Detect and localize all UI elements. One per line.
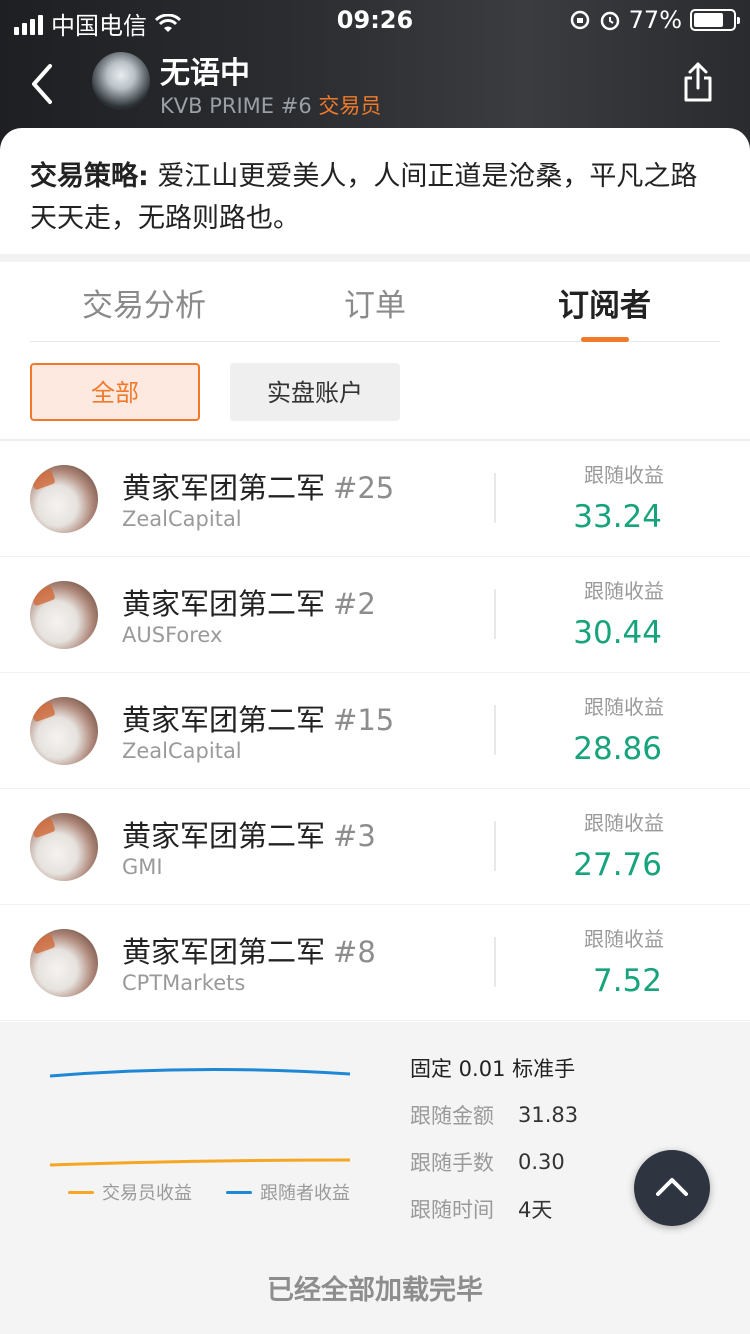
subscriber-name: 黄家军团第二军 #25 [122,465,394,507]
stat-value: 0.30 [518,1149,565,1174]
follower-profit-line [49,1067,351,1078]
stat-value: 4天 [518,1197,553,1222]
subscriber-name-text: 黄家军团第二军 [122,703,326,737]
stat-key: 跟随时间 [410,1197,494,1222]
battery-icon [690,9,740,31]
chevron-up-icon [656,1178,688,1196]
follow-profit-value: 30.44 [573,615,662,651]
subscriber-name: 黄家军团第二军 #3 [122,813,376,855]
subscriber-avatar [30,929,98,997]
follow-stats: 固定 0.01 标准手 跟随金额 31.83 跟随手数 0.30 跟随时间 4天 [410,1044,578,1232]
subscriber-avatar [30,813,98,881]
profit-mini-chart [49,1067,351,1167]
subscriber-name-text: 黄家军团第二军 [122,819,326,853]
share-icon[interactable] [680,60,716,104]
subscriber-avatar [30,697,98,765]
subscriber-name-text: 黄家军团第二军 [122,471,326,505]
tab-bar: 交易分析 订单 订阅者 [30,262,720,342]
account-label: KVB PRIME #6 [160,94,312,118]
row-divider [494,473,496,523]
legend-trader-swatch [68,1190,94,1194]
stat-value: 31.83 [518,1102,579,1127]
subscriber-broker: GMI [122,855,163,879]
legend-trader-label: 交易员收益 [102,1183,192,1204]
subscriber-number: #2 [333,587,376,621]
subscriber-number: #25 [333,471,395,505]
subscriber-name-text: 黄家军团第二军 [122,587,326,621]
trader-name: 无语中 [160,56,250,91]
legend-trader: 交易员收益 [68,1179,192,1205]
follow-profit-label: 跟随收益 [584,463,664,487]
subscriber-row[interactable]: 黄家军团第二军 #8 CPTMarkets 跟随收益 7.52 [0,905,750,1021]
subscriber-broker: CPTMarkets [122,971,246,995]
subscriber-avatar [30,581,98,649]
follow-profit-value: 33.24 [573,499,662,535]
subscriber-name-text: 黄家军团第二军 [122,935,326,969]
tab-orders[interactable]: 订单 [344,280,406,325]
subscriber-row[interactable]: 黄家军团第二军 #25 ZealCapital 跟随收益 33.24 [0,441,750,557]
rotation-lock-icon [570,10,589,30]
follow-profit-value: 28.86 [573,731,662,767]
subscriber-list: 黄家军团第二军 #25 ZealCapital 跟随收益 33.24 黄家军团第二… [0,441,750,1021]
subscriber-row[interactable]: 黄家军团第二军 #15 ZealCapital 跟随收益 28.86 [0,673,750,789]
nav-bar: 无语中 KVB PRIME #6 交易员 [0,44,750,124]
follow-profit-value: 7.52 [592,963,662,999]
fixed-lot-text: 固定 0.01 标准手 [410,1056,576,1081]
follow-profit-label: 跟随收益 [584,695,664,719]
alarm-icon [600,11,619,31]
follow-profit-label: 跟随收益 [584,579,664,603]
battery-percent: 77% [628,6,682,34]
status-right: 77% [569,6,740,34]
row-divider [494,821,496,871]
subscriber-number: #15 [333,703,395,737]
strategy-label: 交易策略: [30,161,149,192]
subscriber-broker: ZealCapital [122,507,242,531]
status-bar: 中国电信 09:26 77% [0,0,750,40]
subscriber-name: 黄家军团第二军 #15 [122,697,394,739]
follow-profit-label: 跟随收益 [584,811,664,835]
scroll-to-top-button[interactable] [634,1150,710,1226]
subscriber-number: #3 [333,819,376,853]
filter-all-button[interactable]: 全部 [30,363,200,421]
active-tab-indicator [581,337,629,342]
subscriber-number: #8 [333,935,376,969]
legend-follower-swatch [226,1190,252,1194]
stat-key: 跟随手数 [410,1150,494,1175]
trader-profit-line [49,1158,351,1167]
tab-subscribers[interactable]: 订阅者 [558,280,651,325]
subscriber-avatar [30,465,98,533]
stat-row: 跟随时间 4天 [410,1185,578,1232]
back-arrow-icon[interactable] [24,60,64,108]
row-divider [494,705,496,755]
tab-trade-analysis[interactable]: 交易分析 [82,280,206,325]
filter-live-account-button[interactable]: 实盘账户 [230,363,400,421]
trader-avatar[interactable] [92,52,150,110]
subscriber-broker: ZealCapital [122,739,242,763]
stat-row: 跟随金额 31.83 [410,1091,578,1138]
legend-follower-label: 跟随者收益 [260,1183,350,1204]
row-divider [494,937,496,987]
end-of-list-text: 已经全部加载完毕 [267,1275,483,1306]
subscriber-row[interactable]: 黄家军团第二军 #3 GMI 跟随收益 27.76 [0,789,750,905]
trader-subtitle: KVB PRIME #6 交易员 [160,90,381,120]
subscriber-row[interactable]: 黄家军团第二军 #2 AUSForex 跟随收益 30.44 [0,557,750,673]
legend-follower: 跟随者收益 [226,1179,350,1205]
row-divider [494,589,496,639]
follow-profit-value: 27.76 [573,847,662,883]
strategy-card: 交易策略: 爱江山更爱美人，人间正道是沧桑，平凡之路天天走，无路则路也。 [0,128,750,254]
subscriber-name: 黄家军团第二军 #8 [122,929,376,971]
stat-key: 跟随金额 [410,1103,494,1128]
stat-row: 跟随手数 0.30 [410,1138,578,1185]
subscriber-name: 黄家军团第二军 #2 [122,581,376,623]
section-gap [0,254,750,262]
role-label: 交易员 [318,94,382,118]
follow-profit-label: 跟随收益 [584,927,664,951]
subscriber-broker: AUSForex [122,623,223,647]
